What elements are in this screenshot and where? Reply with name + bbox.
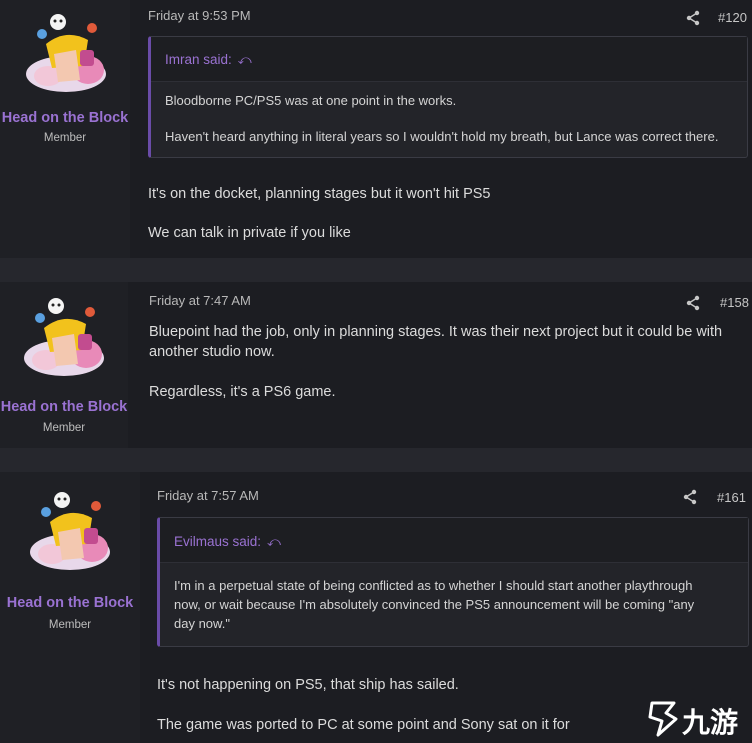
quote-line: now, or wait because I'm absolutely conv… xyxy=(174,597,695,612)
quote-block: Imran said: ⤺ Bloodborne PC/PS5 was at on… xyxy=(148,36,748,158)
watermark-text: 九游 xyxy=(682,706,739,739)
quote-line: I'm in a perpetual state of being confli… xyxy=(174,578,693,593)
post-date[interactable]: Friday at 9:53 PM xyxy=(148,8,251,23)
post-number[interactable]: #161 xyxy=(717,490,746,505)
quote-block: Evilmaus said: ⤺ I'm in a perpetual state… xyxy=(157,517,749,647)
user-role: Member xyxy=(43,132,87,144)
avatar[interactable] xyxy=(16,294,112,380)
post-2-content: Friday at 7:47 AM #158 Bluepoint had the… xyxy=(128,282,752,448)
avatar[interactable] xyxy=(18,10,114,96)
quote-header: Evilmaus said: ⤺ xyxy=(160,518,748,563)
post-3: Head on the Block Member Friday at 7:57 … xyxy=(0,472,752,743)
post-1: Head on the Block Member Friday at 9:53 … xyxy=(0,0,752,258)
post-body-line: another studio now. xyxy=(149,344,275,360)
username[interactable]: Head on the Block xyxy=(0,110,130,126)
share-icon[interactable] xyxy=(682,489,698,505)
post-number[interactable]: #120 xyxy=(718,10,747,25)
share-icon[interactable] xyxy=(685,295,701,311)
jump-to-quote-icon[interactable]: ⤺ xyxy=(267,534,281,549)
post-3-user-panel: Head on the Block Member xyxy=(0,472,140,743)
watermark-symbol-icon xyxy=(648,701,678,737)
post-body-line: Regardless, it's a PS6 game. xyxy=(149,384,336,400)
post-body-line: We can talk in private if you like xyxy=(148,225,351,241)
quote-header: Imran said: ⤺ xyxy=(151,37,747,82)
post-body-line: It's not happening on PS5, that ship has… xyxy=(157,677,459,693)
post-number[interactable]: #158 xyxy=(720,295,749,310)
user-role: Member xyxy=(48,619,92,631)
post-date[interactable]: Friday at 7:47 AM xyxy=(149,293,251,308)
post-body-line: Bluepoint had the job, only in planning … xyxy=(149,324,723,340)
quote-author[interactable]: Imran said: ⤺ xyxy=(165,52,252,68)
post-body-line: It's on the docket, planning stages but … xyxy=(148,186,491,202)
user-role: Member xyxy=(42,422,86,434)
post-2: Head on the Block Member Friday at 7:47 … xyxy=(0,282,752,448)
username[interactable]: Head on the Block xyxy=(0,399,128,415)
quote-line: Haven't heard anything in literal years … xyxy=(165,129,719,144)
quote-author[interactable]: Evilmaus said: ⤺ xyxy=(174,534,281,550)
post-1-user-panel: Head on the Block Member xyxy=(0,0,130,258)
quote-line: day now." xyxy=(174,616,230,631)
username[interactable]: Head on the Block xyxy=(0,595,140,611)
jump-to-quote-icon[interactable]: ⤺ xyxy=(238,52,252,67)
post-body-line: The game was ported to PC at some point … xyxy=(157,717,570,733)
post-date[interactable]: Friday at 7:57 AM xyxy=(157,488,259,503)
share-icon[interactable] xyxy=(685,10,701,26)
post-1-content: Friday at 9:53 PM #120 Imran said: ⤺ Bloo… xyxy=(130,0,752,258)
post-2-user-panel: Head on the Block Member xyxy=(0,282,128,448)
avatar[interactable] xyxy=(22,488,118,574)
quote-line: Bloodborne PC/PS5 was at one point in th… xyxy=(165,93,457,108)
watermark-logo: 九游 xyxy=(646,697,742,739)
